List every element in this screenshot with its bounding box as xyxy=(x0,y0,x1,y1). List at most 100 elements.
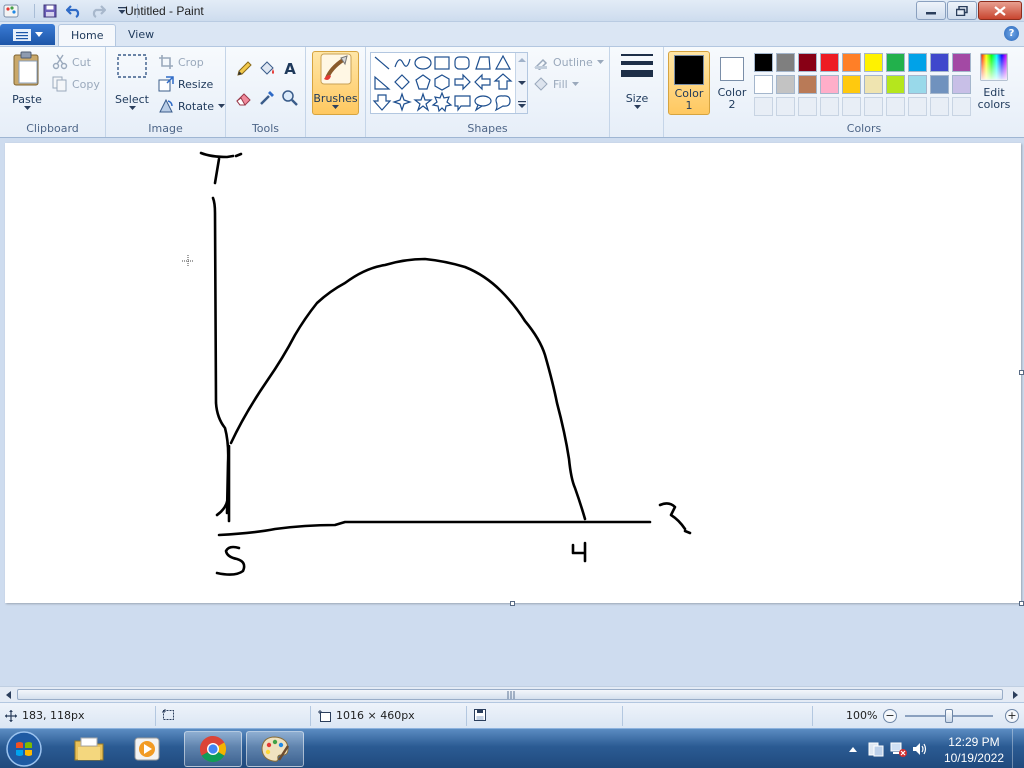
taskbar-clock[interactable]: 12:29 PM 10/19/2022 xyxy=(944,734,1004,766)
zoom-in-button[interactable]: + xyxy=(1005,709,1019,723)
resize-button[interactable]: Resize xyxy=(158,74,213,94)
crop-button[interactable]: Crop xyxy=(158,52,204,72)
palette-color-swatch[interactable] xyxy=(908,53,927,72)
palette-color-swatch[interactable] xyxy=(754,53,773,72)
outline-label: Outline xyxy=(553,55,593,69)
show-desktop-button[interactable] xyxy=(1012,729,1024,768)
palette-color-swatch[interactable] xyxy=(798,75,817,94)
palette-custom-slot[interactable] xyxy=(798,97,817,116)
scroll-right-icon[interactable] xyxy=(1010,690,1020,700)
zoom-out-button[interactable]: − xyxy=(883,709,897,723)
taskbar-paint[interactable] xyxy=(246,731,304,767)
text-tool[interactable]: A xyxy=(279,58,301,80)
palette-color-swatch[interactable] xyxy=(930,75,949,94)
taskbar-chrome[interactable] xyxy=(184,731,242,767)
scroll-left-icon[interactable] xyxy=(4,690,14,700)
cut-label: Cut xyxy=(72,55,91,69)
pencil-icon xyxy=(237,61,252,76)
clock-date: 10/19/2022 xyxy=(943,751,1004,765)
size-group: Size xyxy=(610,47,664,137)
canvas-resize-handle-right[interactable] xyxy=(1019,370,1024,375)
palette-color-swatch[interactable] xyxy=(908,75,927,94)
tab-view[interactable]: View xyxy=(116,24,166,46)
redo-button[interactable] xyxy=(89,2,107,20)
minimize-button[interactable] xyxy=(916,1,946,20)
fill-bucket-icon xyxy=(534,77,548,91)
volume-icon[interactable] xyxy=(912,741,928,757)
palette-color-swatch[interactable] xyxy=(842,75,861,94)
paint-app-icon[interactable] xyxy=(3,3,19,19)
action-center-icon[interactable] xyxy=(868,741,884,757)
palette-color-swatch[interactable] xyxy=(864,53,883,72)
canvas-size: 1016 × 460px xyxy=(318,709,415,722)
hand-letter-t-stem xyxy=(213,157,221,185)
edit-colors-button[interactable]: Edit colors xyxy=(974,51,1014,115)
color1-button[interactable]: Color 1 xyxy=(668,51,710,115)
crop-icon xyxy=(159,55,173,69)
tab-home[interactable]: Home xyxy=(58,24,117,46)
canvas-resize-handle-corner[interactable] xyxy=(1019,601,1024,606)
palette-color-swatch[interactable] xyxy=(930,53,949,72)
close-button[interactable] xyxy=(978,1,1022,20)
color-picker-tool[interactable] xyxy=(256,87,278,109)
shapes-scrollbar[interactable] xyxy=(515,53,527,113)
palette-custom-slot[interactable] xyxy=(776,97,795,116)
restore-button[interactable] xyxy=(947,1,977,20)
drawing-canvas[interactable] xyxy=(5,143,1024,606)
horizontal-scrollbar[interactable] xyxy=(0,686,1024,702)
network-icon[interactable] xyxy=(890,741,908,757)
outline-button[interactable]: Outline xyxy=(533,52,604,72)
fill-tool[interactable] xyxy=(256,58,278,80)
zoom-slider-thumb[interactable] xyxy=(945,709,953,723)
palette-color-swatch[interactable] xyxy=(952,53,971,72)
window-controls xyxy=(916,1,1022,20)
show-hidden-icons-icon[interactable] xyxy=(848,745,858,753)
palette-color-swatch[interactable] xyxy=(952,75,971,94)
pencil-tool[interactable] xyxy=(233,58,255,80)
select-button[interactable]: Select xyxy=(114,51,150,111)
palette-color-swatch[interactable] xyxy=(776,75,795,94)
magnifier-tool[interactable] xyxy=(279,87,301,109)
palette-color-swatch[interactable] xyxy=(886,75,905,94)
brushes-group xyxy=(306,47,366,137)
palette-custom-slot[interactable] xyxy=(754,97,773,116)
select-icon xyxy=(117,54,147,78)
start-button[interactable] xyxy=(4,730,48,768)
size-button[interactable]: Size xyxy=(618,51,656,110)
palette-custom-slot[interactable] xyxy=(842,97,861,116)
palette-color-swatch[interactable] xyxy=(842,53,861,72)
taskbar-explorer[interactable] xyxy=(60,731,118,767)
canvas-resize-handle-bottom[interactable] xyxy=(510,601,515,606)
palette-color-swatch[interactable] xyxy=(886,53,905,72)
palette-custom-slot[interactable] xyxy=(908,97,927,116)
palette-custom-slot[interactable] xyxy=(864,97,883,116)
scrollbar-thumb[interactable] xyxy=(17,689,1003,700)
save-icon xyxy=(43,4,57,18)
palette-color-swatch[interactable] xyxy=(754,75,773,94)
palette-custom-slot[interactable] xyxy=(930,97,949,116)
copy-button[interactable]: Copy xyxy=(52,74,100,94)
canvas-drawing xyxy=(182,151,692,576)
cut-button[interactable]: Cut xyxy=(52,52,91,72)
palette-custom-slot[interactable] xyxy=(886,97,905,116)
palette-custom-slot[interactable] xyxy=(952,97,971,116)
shapes-group-label: Shapes xyxy=(467,122,508,135)
paint-menu-button[interactable] xyxy=(0,24,55,45)
fill-button[interactable]: Fill xyxy=(533,74,579,94)
chevron-down-icon xyxy=(128,106,136,110)
palette-color-swatch[interactable] xyxy=(820,75,839,94)
palette-color-swatch[interactable] xyxy=(864,75,883,94)
palette-color-swatch[interactable] xyxy=(776,53,795,72)
color2-button[interactable]: Color 2 xyxy=(711,51,753,115)
save-button[interactable] xyxy=(41,2,59,20)
undo-button[interactable] xyxy=(65,2,83,20)
palette-color-swatch[interactable] xyxy=(820,53,839,72)
palette-custom-slot[interactable] xyxy=(820,97,839,116)
rotate-button[interactable]: Rotate xyxy=(158,96,226,116)
help-icon[interactable]: ? xyxy=(1004,26,1019,41)
hand-digit-4 xyxy=(571,541,587,563)
eraser-tool[interactable] xyxy=(233,87,255,109)
paste-button[interactable]: Paste xyxy=(9,51,45,111)
taskbar-media-player[interactable] xyxy=(118,731,176,767)
palette-color-swatch[interactable] xyxy=(798,53,817,72)
